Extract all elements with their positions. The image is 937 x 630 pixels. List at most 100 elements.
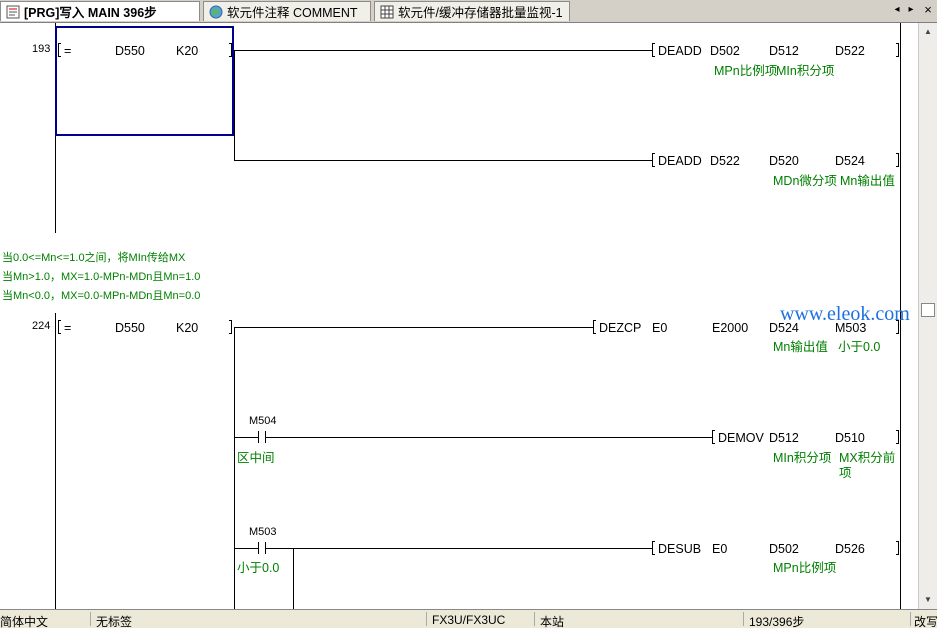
- tab-scroll-right-icon[interactable]: ▸: [904, 3, 918, 17]
- operand-s1: E0: [712, 542, 728, 556]
- tab-device-comment[interactable]: 软元件注释 COMMENT: [203, 1, 371, 21]
- device-comment: Mn输出值: [840, 174, 895, 188]
- compare-bracket-open: [58, 320, 61, 334]
- instruction-bracket-open: [652, 541, 655, 555]
- operand-s2: D512: [769, 44, 799, 58]
- branch-wire: [234, 327, 235, 609]
- rung-wire: [266, 437, 712, 438]
- rung-wire: [234, 50, 652, 51]
- tab-bar: [PRG]写入 MAIN 396步 软元件注释 COMMENT 软元件/缓冲存储…: [0, 0, 937, 23]
- compare-operator: =: [64, 321, 72, 335]
- status-plc-type: FX3U/FX3UC: [432, 613, 506, 627]
- operand-s2: E2000: [712, 321, 749, 335]
- compare-bracket-close: [229, 43, 232, 57]
- instruction-bracket-open: [593, 320, 596, 334]
- device-comment: 区中间: [237, 451, 275, 465]
- device-comment: MPn比例项: [773, 561, 837, 575]
- instruction-bracket-close: [896, 153, 899, 167]
- left-power-rail: [55, 313, 56, 609]
- compare-operand-1: D550: [115, 44, 145, 58]
- instruction-bracket-close: [896, 43, 899, 57]
- rung-wire: [266, 548, 652, 549]
- status-mode: 改写: [914, 615, 937, 629]
- operand-d: D524: [835, 154, 865, 168]
- contact-device: M504: [249, 415, 277, 427]
- operand-s1: D522: [710, 154, 740, 168]
- tab-label: 软元件注释 COMMENT: [227, 6, 358, 20]
- rung-wire: [234, 160, 652, 161]
- normally-open-contact-icon[interactable]: [258, 542, 266, 554]
- device-comment: 小于0.0: [237, 561, 280, 575]
- operand-s: D512: [769, 431, 799, 445]
- normally-open-contact-icon[interactable]: [258, 431, 266, 443]
- tab-scroll-left-icon[interactable]: ◂: [890, 3, 904, 17]
- instruction-bracket-open: [652, 43, 655, 57]
- scroll-thumb[interactable]: [921, 303, 935, 317]
- status-language: 简体中文: [0, 615, 49, 629]
- operand-s1: E0: [652, 321, 668, 335]
- status-separator: [910, 612, 911, 626]
- branch-wire: [293, 548, 294, 609]
- rung-wire: [234, 327, 593, 328]
- status-step: 193/396步: [749, 615, 805, 629]
- compare-operator: =: [64, 44, 72, 58]
- status-label: 无标签: [96, 615, 133, 629]
- status-separator: [426, 612, 427, 626]
- status-separator: [534, 612, 535, 626]
- instruction-bracket-open: [712, 430, 715, 444]
- instruction-bracket-close: [896, 430, 899, 444]
- tab-device-batch-monitor[interactable]: 软元件/缓冲存储器批量监视-1: [374, 1, 570, 21]
- status-separator: [90, 612, 91, 626]
- compare-bracket-open: [58, 43, 61, 57]
- step-number: 193: [32, 43, 51, 55]
- operand-d: D526: [835, 542, 865, 556]
- operand-d: D522: [835, 44, 865, 58]
- statement-line: 当Mn<0.0，MX=0.0-MPn-MDn且Mn=0.0: [2, 290, 201, 302]
- device-comment: 小于0.0: [838, 340, 881, 354]
- status-station: 本站: [540, 615, 565, 629]
- tab-label: 软元件/缓冲存储器批量监视-1: [398, 6, 563, 20]
- tab-label: [PRG]写入 MAIN 396步: [24, 6, 157, 20]
- instruction-name: DEADD: [658, 154, 702, 168]
- close-icon[interactable]: ×: [921, 3, 935, 17]
- monitor-grid-icon: [380, 5, 394, 19]
- operand-s1: D502: [710, 44, 740, 58]
- operand-s2: D520: [769, 154, 799, 168]
- scroll-down-icon[interactable]: ▼: [921, 593, 935, 607]
- step-number: 224: [32, 320, 51, 332]
- rung-wire: [234, 548, 258, 549]
- compare-operand-1: D550: [115, 321, 145, 335]
- compare-operand-2: K20: [176, 321, 199, 335]
- device-comment: MPn比例项: [714, 64, 778, 78]
- edit-cursor[interactable]: [55, 26, 234, 136]
- device-comment: 项: [839, 466, 852, 480]
- statement-line: 当0.0<=Mn<=1.0之间，将MIn传给MX: [2, 252, 186, 264]
- device-comment: MIn积分项: [776, 64, 835, 78]
- compare-operand-2: K20: [176, 44, 199, 58]
- ladder-editor[interactable]: 193 = D550 K20 DEADD D502 D512 D522 MPn比…: [0, 23, 918, 609]
- instruction-name: DEZCP: [599, 321, 642, 335]
- branch-wire: [234, 50, 235, 160]
- vertical-scrollbar[interactable]: ▲ ▼: [918, 23, 937, 609]
- contact-device: M503: [249, 526, 277, 538]
- device-comment: Mn输出值: [773, 340, 828, 354]
- operand-d: D510: [835, 431, 865, 445]
- scroll-up-icon[interactable]: ▲: [921, 25, 935, 39]
- device-comment: MDn微分项: [773, 174, 837, 188]
- program-icon: [6, 5, 20, 19]
- instruction-name: DEADD: [658, 44, 702, 58]
- tab-program-main[interactable]: [PRG]写入 MAIN 396步: [0, 1, 200, 21]
- status-bar: 简体中文 无标签 FX3U/FX3UC 本站 193/396步 改写: [0, 609, 937, 629]
- operand-s2: D502: [769, 542, 799, 556]
- watermark: www.eleok.com: [780, 303, 910, 325]
- instruction-bracket-open: [652, 153, 655, 167]
- instruction-name: DEMOV: [718, 431, 764, 445]
- compare-bracket-close: [229, 320, 232, 334]
- comment-globe-icon: [209, 5, 223, 19]
- rung-wire: [234, 437, 258, 438]
- status-separator: [743, 612, 744, 626]
- device-comment: MIn积分项: [773, 451, 832, 465]
- instruction-bracket-close: [896, 541, 899, 555]
- instruction-name: DESUB: [658, 542, 702, 556]
- statement-line: 当Mn>1.0，MX=1.0-MPn-MDn且Mn=1.0: [2, 271, 201, 283]
